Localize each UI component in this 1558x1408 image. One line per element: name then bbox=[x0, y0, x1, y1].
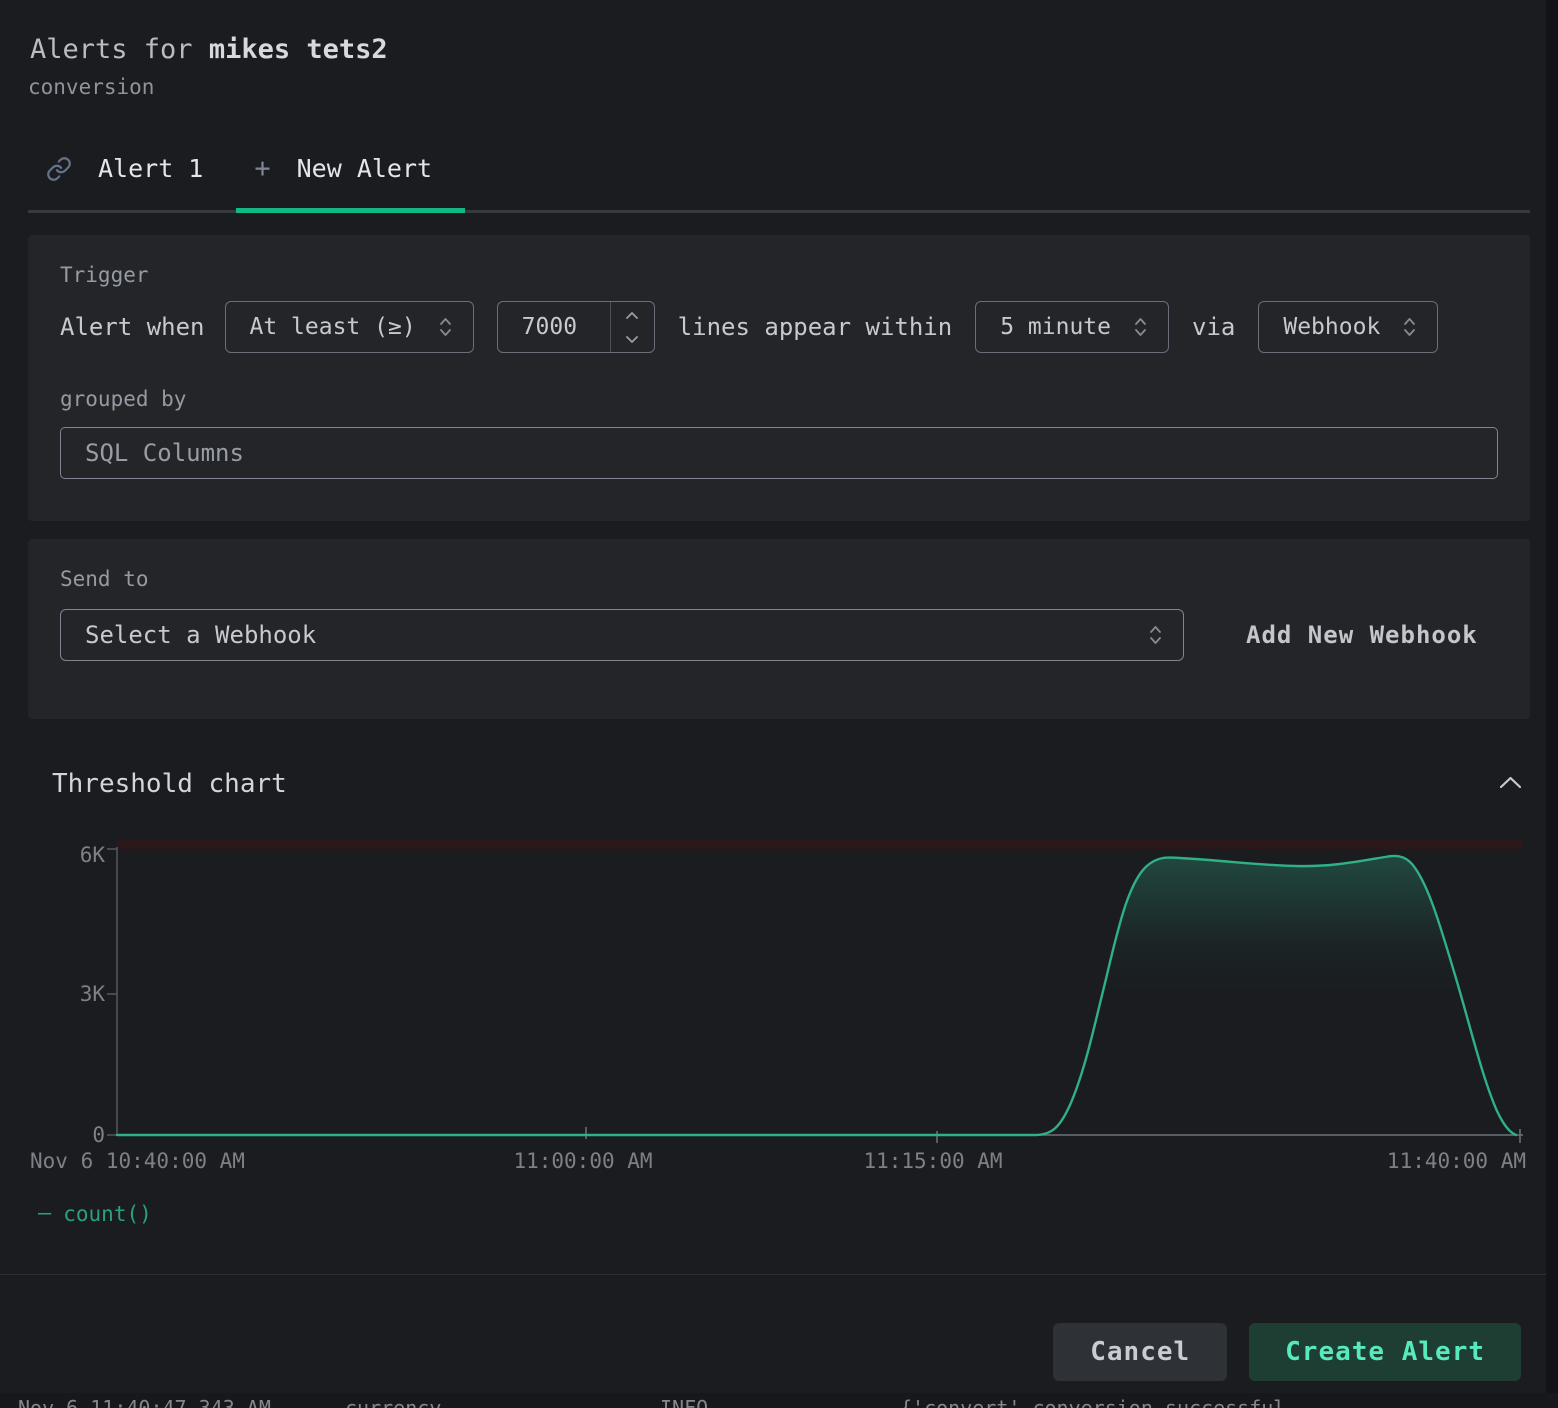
y-tick-6k: 6K bbox=[30, 842, 105, 868]
trigger-panel: Trigger Alert when At least (≥) bbox=[28, 235, 1530, 521]
chevron-updown-icon bbox=[1133, 314, 1148, 340]
tab-new-alert[interactable]: + New Alert bbox=[236, 153, 465, 210]
channel-value: Webhook bbox=[1283, 314, 1380, 340]
time-window-select[interactable]: 5 minute bbox=[975, 301, 1169, 353]
via-label: via bbox=[1192, 313, 1235, 341]
log-message: {'convert' conversion successful bbox=[900, 1396, 1285, 1408]
trigger-section-label: Trigger bbox=[60, 263, 1498, 287]
alerts-modal: Alerts for mikes tets2 conversion Alert … bbox=[0, 0, 1546, 1393]
webhook-select[interactable]: Select a Webhook bbox=[60, 609, 1184, 661]
legend-series-label: count() bbox=[63, 1202, 152, 1226]
link-icon bbox=[46, 156, 72, 182]
threshold-chart-header: Threshold chart bbox=[52, 769, 1526, 799]
threshold-chart: 6K 3K 0 bbox=[0, 833, 1546, 1145]
x-tick-1100: 11:00:00 AM bbox=[513, 1149, 652, 1173]
modal-header: Alerts for mikes tets2 conversion bbox=[30, 34, 1530, 99]
chevron-updown-icon bbox=[1148, 622, 1163, 648]
log-service: currency bbox=[345, 1396, 441, 1408]
condition-select[interactable]: At least (≥) bbox=[225, 301, 474, 353]
stepper-up-button[interactable] bbox=[611, 302, 654, 327]
page-title: Alerts for mikes tets2 bbox=[30, 34, 1530, 65]
add-new-webhook-button[interactable]: Add New Webhook bbox=[1246, 621, 1478, 649]
send-to-label: Send to bbox=[60, 567, 1498, 591]
webhook-select-placeholder: Select a Webhook bbox=[85, 621, 316, 649]
threshold-band bbox=[117, 840, 1523, 849]
x-tick-start: Nov 6 10:40:00 AM bbox=[30, 1149, 245, 1173]
footer-divider bbox=[0, 1274, 1546, 1275]
x-tick-end: 11:40:00 AM bbox=[1387, 1149, 1526, 1173]
plus-icon: + bbox=[254, 153, 270, 184]
y-tick-0: 0 bbox=[30, 1122, 105, 1148]
modal-footer: Cancel Create Alert bbox=[0, 1323, 1521, 1381]
threshold-chart-title: Threshold chart bbox=[52, 769, 287, 799]
send-to-row: Select a Webhook Add New Webhook bbox=[60, 609, 1498, 661]
page-title-name: mikes tets2 bbox=[209, 34, 388, 65]
channel-select[interactable]: Webhook bbox=[1258, 301, 1438, 353]
chevron-updown-icon bbox=[1402, 314, 1417, 340]
clipped-log-row: Nov 6 11:40:47.343 AM currency INFO {'co… bbox=[0, 1393, 1558, 1408]
tab-new-alert-label: New Alert bbox=[297, 154, 432, 183]
time-window-value: 5 minute bbox=[1000, 314, 1111, 340]
threshold-value-field[interactable] bbox=[498, 302, 610, 352]
grouped-by-label: grouped by bbox=[60, 387, 1498, 411]
alert-when-label: Alert when bbox=[60, 313, 205, 341]
send-to-panel: Send to Select a Webhook Add New Webhook bbox=[28, 539, 1530, 719]
alert-tabs: Alert 1 + New Alert bbox=[28, 153, 1530, 213]
page-subtitle: conversion bbox=[28, 75, 1530, 99]
threshold-number-input bbox=[497, 301, 655, 353]
page-title-prefix: Alerts for bbox=[30, 34, 209, 65]
tab-alert-1-label: Alert 1 bbox=[98, 154, 203, 183]
x-tick-1115: 11:15:00 AM bbox=[863, 1149, 1002, 1173]
collapse-chart-button[interactable] bbox=[1495, 772, 1526, 796]
create-alert-button[interactable]: Create Alert bbox=[1249, 1323, 1521, 1381]
log-timestamp: Nov 6 11:40:47.343 AM bbox=[18, 1396, 271, 1408]
chart-legend: — count() bbox=[38, 1201, 1546, 1226]
log-level: INFO bbox=[660, 1396, 708, 1408]
chevron-updown-icon bbox=[438, 314, 453, 340]
x-axis-labels: Nov 6 10:40:00 AM 11:00:00 AM 11:15:00 A… bbox=[0, 1149, 1546, 1177]
condition-value: At least (≥) bbox=[250, 314, 416, 340]
page-right-gutter bbox=[1546, 0, 1558, 1408]
count-series-area bbox=[117, 856, 1516, 1135]
legend-line-swatch: — bbox=[38, 1201, 51, 1226]
tab-alert-1[interactable]: Alert 1 bbox=[28, 153, 236, 210]
trigger-row: Alert when At least (≥) bbox=[60, 301, 1498, 353]
chevron-up-icon bbox=[1497, 774, 1524, 791]
threshold-stepper bbox=[610, 302, 654, 352]
stepper-down-button[interactable] bbox=[611, 327, 654, 352]
y-tick-3k: 3K bbox=[30, 981, 105, 1007]
cancel-button[interactable]: Cancel bbox=[1053, 1323, 1227, 1381]
grouped-by-input[interactable] bbox=[60, 427, 1498, 479]
within-label: lines appear within bbox=[678, 313, 953, 341]
threshold-chart-plot bbox=[0, 833, 1546, 1145]
